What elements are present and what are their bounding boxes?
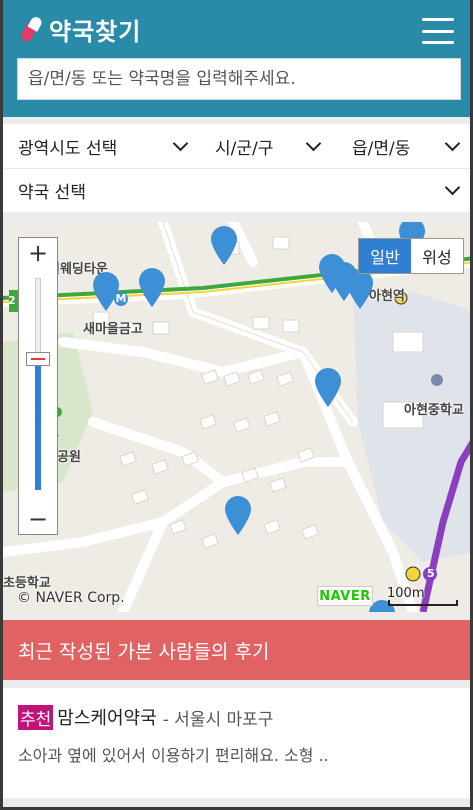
review-card[interactable]: 추천 맘스케어약국 - 서울시 마포구 소아과 옆에 있어서 이용하기 편리해요… bbox=[3, 688, 470, 798]
chevron-down-icon bbox=[305, 135, 322, 151]
map-label-line5: 5 bbox=[427, 567, 435, 580]
zoom-in-button[interactable]: + bbox=[19, 238, 57, 268]
pharmacy-name-link[interactable]: 맘스케어약국 bbox=[57, 704, 156, 730]
province-select-label: 광역시도 선택 bbox=[18, 138, 118, 159]
review-title: 추천 맘스케어약국 - 서울시 마포구 bbox=[18, 704, 455, 730]
chevron-down-icon bbox=[444, 179, 461, 196]
pill-icon bbox=[21, 15, 45, 45]
hamburger-icon[interactable] bbox=[422, 18, 454, 44]
chevron-down-icon bbox=[444, 135, 461, 151]
reviews-heading: 최근 작성된 가본 사람들의 후기 bbox=[3, 620, 470, 680]
map-scale-bar bbox=[388, 600, 458, 606]
city-select[interactable]: 시/군/구 bbox=[215, 124, 322, 168]
town-select-label: 읍/면/동 bbox=[352, 138, 411, 159]
map-pin-icon[interactable] bbox=[223, 494, 253, 536]
map-label-park-b: 공원 bbox=[57, 450, 81, 465]
map-pin-icon[interactable] bbox=[313, 366, 343, 408]
pharmacy-location: - 서울시 마포구 bbox=[162, 709, 274, 730]
map-pin-icon[interactable] bbox=[209, 224, 239, 266]
recommend-badge: 추천 bbox=[18, 704, 54, 730]
zoom-control: + − bbox=[18, 237, 58, 535]
zoom-level-fill bbox=[35, 358, 41, 490]
map-scale-label: 100m bbox=[387, 586, 425, 601]
app-header: 약국찾기 bbox=[3, 0, 470, 117]
province-select[interactable]: 광역시도 선택 bbox=[18, 124, 189, 168]
map-copyright: © NAVER Corp. bbox=[17, 590, 125, 606]
search-input[interactable] bbox=[17, 58, 461, 100]
map-type-normal-button[interactable]: 일반 bbox=[359, 239, 411, 273]
zoom-handle[interactable] bbox=[26, 352, 50, 366]
app-logo[interactable]: 약국찾기 bbox=[21, 12, 141, 47]
pharmacy-filter-bar: 약국 선택 bbox=[3, 168, 470, 212]
map-label-middle-school: 아현중학교 bbox=[404, 403, 464, 418]
pharmacy-select-label: 약국 선택 bbox=[18, 183, 86, 203]
app-frame: 약국찾기 광역시도 선택 시/군/구 읍/면/동 약국 선택 bbox=[0, 0, 473, 810]
map-pin-icon[interactable] bbox=[91, 270, 121, 312]
map-label-saemaeul: 새마을금고 bbox=[83, 322, 143, 337]
naver-logo[interactable]: NAVER bbox=[317, 586, 373, 606]
map-base bbox=[3, 222, 470, 612]
map-pin-icon[interactable] bbox=[137, 266, 167, 308]
map-type-satellite-button[interactable]: 위성 bbox=[411, 239, 463, 273]
chevron-down-icon bbox=[172, 135, 189, 151]
map-type-toggle: 일반 위성 bbox=[358, 238, 464, 274]
region-filter-bar: 광역시도 선택 시/군/구 읍/면/동 bbox=[3, 124, 470, 168]
map-label-elementary: 초등학교 bbox=[3, 576, 51, 591]
pharmacy-select[interactable]: 약국 선택 bbox=[18, 169, 461, 212]
pharmacy-map[interactable]: 현웨딩타운 새마을금고 아현역 아현중학교 람 공원 초등학교 2 5 M + … bbox=[3, 222, 470, 612]
zoom-out-button[interactable]: − bbox=[19, 504, 57, 534]
map-label-line2: 2 bbox=[8, 294, 16, 307]
review-text: 소아과 옆에 있어서 이용하기 편리해요. 소형 .. bbox=[18, 746, 329, 765]
map-pin-icon[interactable] bbox=[345, 268, 375, 310]
town-select[interactable]: 읍/면/동 bbox=[352, 124, 461, 168]
city-select-label: 시/군/구 bbox=[215, 138, 274, 159]
app-title: 약국찾기 bbox=[49, 18, 142, 46]
